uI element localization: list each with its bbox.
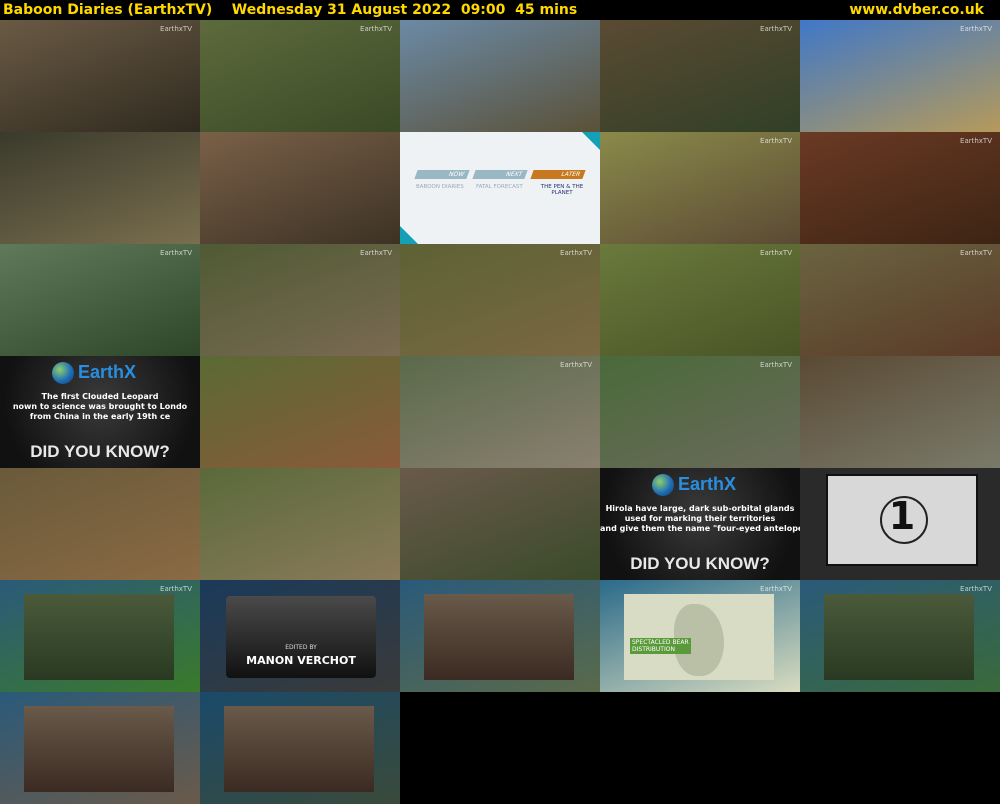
thumbnail-rainforest-frame[interactable]: EarthxTV [0,580,200,692]
thumbnail-green-hillside[interactable]: EarthxTV [200,20,400,132]
channel-logo-bug: EarthxTV [960,137,992,145]
thumbnail-rocky-outcrop[interactable]: EarthxTV [400,356,600,468]
thumbnail-grassland-field[interactable] [200,132,400,244]
thumbnail-fence-wire-baboon[interactable] [0,132,200,244]
now-tag: NOW [414,170,470,179]
thumbnail-stream-in-forest[interactable]: EarthxTV [800,580,1000,692]
thumbnail-savanna-road[interactable]: EarthxTV [800,20,1000,132]
channel-logo-bug: EarthxTV [760,585,792,593]
channel-logo-bug: EarthxTV [760,137,792,145]
credit-role: EDITED BY [285,644,317,651]
thumbnail-countdown-leader[interactable]: 1 [800,468,1000,580]
thumbnail-presenter-smiling[interactable] [200,692,400,804]
video-inset [24,706,174,792]
channel-logo-bug: EarthxTV [560,249,592,257]
thumbnail-baboon-walking-dirt[interactable] [200,356,400,468]
later-title: THE PEN & THE PLANET [540,184,584,196]
thumbnail-schedule-card[interactable]: NOW NEXT LATER BABOON DIARIES FATAL FORECAST… [400,132,600,244]
teal-corner-shape [400,226,418,244]
thumbnail-man-sitting-on-cliff[interactable] [400,20,600,132]
programme-title: Baboon Diaries (EarthxTV) Wednesday 31 A… [3,2,578,18]
thumbnail-baboon-with-infant[interactable] [800,356,1000,468]
fact-text: Hirola have large, dark sub-orbital glan… [600,504,800,533]
thumbnail-map-south-america[interactable]: EarthxTV SPECTACLED BEAR DISTRIBUTION [600,580,800,692]
thumbnail-baboon-grass-meadow[interactable]: EarthxTV [600,244,800,356]
map-frame: SPECTACLED BEAR DISTRIBUTION [624,594,774,680]
channel-logo-bug: EarthxTV [160,25,192,33]
fact-text: The first Clouded Leopard nown to scienc… [12,392,188,421]
credit-card: EDITED BY MANON VERCHOT [226,596,376,678]
brand-logo: EarthX [678,474,737,494]
video-inset [24,594,174,680]
thumbnail-did-you-know-leopard[interactable]: EarthX The first Clouded Leopard nown to … [0,356,200,468]
thumbnail-presenter-room[interactable] [0,692,200,804]
channel-logo-bug: EarthxTV [960,25,992,33]
channel-logo-bug: EarthxTV [960,585,992,593]
header-bar: Baboon Diaries (EarthxTV) Wednesday 31 A… [0,0,1000,20]
video-inset [824,594,974,680]
empty-slot [400,692,1000,804]
credit-name: MANON VERCHOT [246,654,356,667]
thumbnail-dry-bush-ground[interactable]: EarthxTV [800,244,1000,356]
channel-logo-bug: EarthxTV [760,25,792,33]
channel-logo-bug: EarthxTV [360,25,392,33]
video-inset [424,594,574,680]
thumbnail-baboon-face-closeup[interactable] [0,468,200,580]
did-you-know-banner: DID YOU KNOW? [30,442,170,461]
map-label: SPECTACLED BEAR DISTRIBUTION [630,638,691,654]
thumbnail-baboon-closeup-grass[interactable]: EarthxTV [600,356,800,468]
channel-logo-bug: EarthxTV [760,249,792,257]
did-you-know-banner: DID YOU KNOW? [630,554,770,573]
countdown-number: 1 [888,494,916,538]
next-title: FATAL FORECAST [476,184,523,190]
thumbnail-did-you-know-hirola[interactable]: EarthX Hirola have large, dark sub-orbita… [600,468,800,580]
channel-logo-bug: EarthxTV [760,361,792,369]
thumbnail-baboon-in-grass[interactable]: EarthxTV [600,132,800,244]
thumbnail-baboons-troop[interactable]: EarthxTV [400,244,600,356]
countdown-frame: 1 [826,474,978,566]
earth-globe-icon [52,362,74,384]
thumbnail-baboon-in-tree[interactable]: EarthxTV [200,244,400,356]
video-inset [224,706,374,792]
thumbnail-presenter-plants[interactable] [400,580,600,692]
channel-logo-bug: EarthxTV [160,249,192,257]
thumbnail-baboon-on-rock-slope[interactable]: EarthxTV [0,20,200,132]
channel-logo-bug: EarthxTV [560,361,592,369]
teal-corner-shape [582,132,600,150]
thumbnail-baboon-foraging[interactable] [200,468,400,580]
later-tag: LATER [530,170,586,179]
channel-logo-bug: EarthxTV [960,249,992,257]
thumbnail-baboon-walking-hills[interactable]: EarthxTV [0,244,200,356]
thumbnail-bush-landscape[interactable]: EarthxTV [600,20,800,132]
channel-logo-bug: EarthxTV [160,585,192,593]
earth-globe-icon [652,474,674,496]
thumbnail-baboon-on-rocks[interactable] [400,468,600,580]
thumbnail-edited-by-card[interactable]: EDITED BY MANON VERCHOT [200,580,400,692]
now-title: BABOON DIARIES [416,184,464,190]
site-link[interactable]: www.dvber.co.uk [849,1,984,19]
channel-logo-bug: EarthxTV [360,249,392,257]
next-tag: NEXT [472,170,528,179]
brand-logo: EarthX [78,362,137,382]
thumbnail-grid: EarthxTV EarthxTV EarthxTV EarthxTV NOW NEXT L… [0,20,1000,804]
thumbnail-baboon-red-soil[interactable]: EarthxTV [800,132,1000,244]
